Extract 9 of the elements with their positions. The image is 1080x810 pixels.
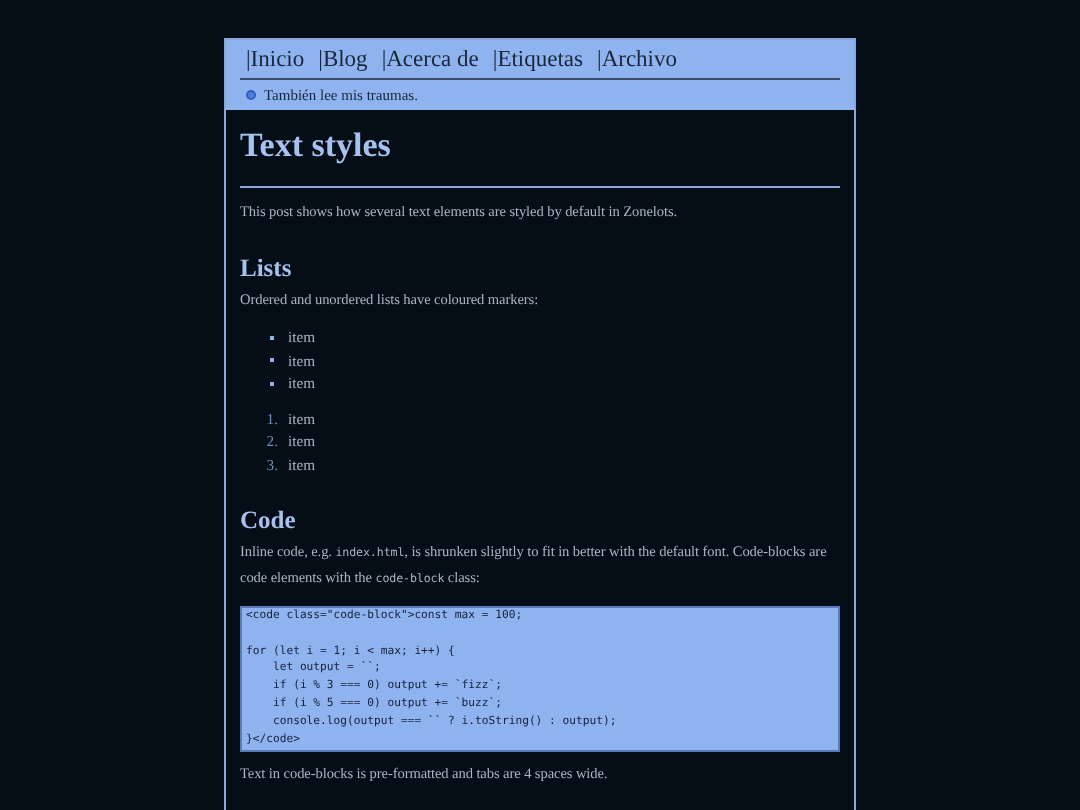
nav-link[interactable]: |Acerca de	[381, 48, 479, 72]
nav-link[interactable]: |Etiquetas	[492, 48, 584, 72]
radio-icon	[246, 90, 256, 100]
section-heading: Code	[240, 506, 298, 536]
section-heading: Lists	[240, 254, 294, 284]
post-title: Text styles	[240, 126, 393, 166]
nav-link[interactable]: |Blog	[318, 48, 368, 72]
nav-link[interactable]: |Inicio	[246, 48, 305, 72]
nav-link[interactable]: |Archivo	[597, 48, 678, 72]
